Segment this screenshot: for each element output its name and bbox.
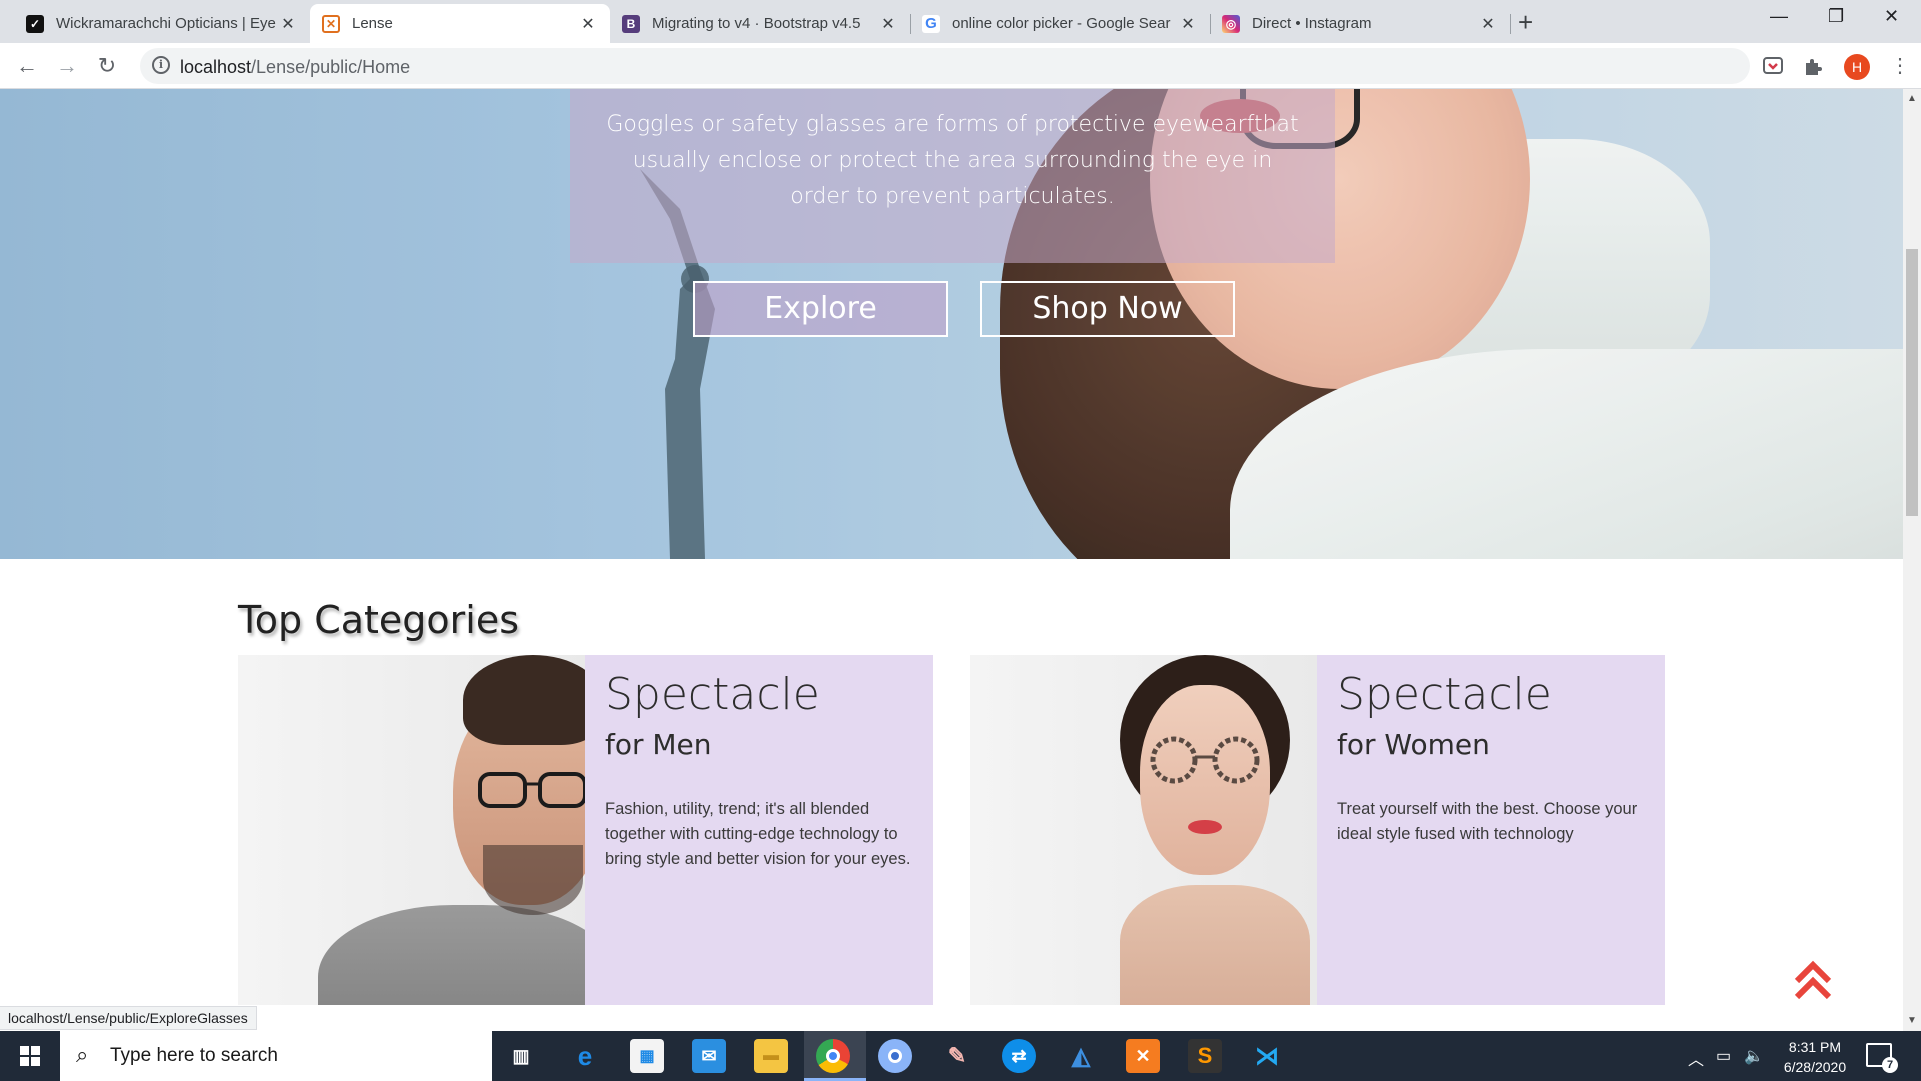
card-description: Fashion, utility, trend; it's all blende… — [605, 800, 911, 868]
status-bar-url: localhost/Lense/public/ExploreGlasses — [0, 1006, 257, 1030]
tab-separator — [1510, 14, 1511, 34]
card-description: Treat yourself with the best. Choose you… — [1337, 800, 1638, 843]
browser-tab-strip: ✓ Wickramarachchi Opticians | Eye ✕ ✕ Le… — [0, 0, 1921, 43]
xampp-icon[interactable]: ✕ — [1126, 1039, 1160, 1073]
volume-icon[interactable]: 🔈 — [1744, 1046, 1764, 1066]
close-icon[interactable]: ✕ — [1478, 14, 1498, 34]
search-placeholder: Type here to search — [110, 1045, 278, 1066]
tab-title: Migrating to v4 · Bootstrap v4.5 — [652, 15, 861, 32]
card-title: Spectacle — [1337, 669, 1552, 720]
notification-center-icon[interactable]: 7 — [1866, 1043, 1898, 1073]
men-beard — [483, 845, 583, 915]
category-card-women[interactable]: Spectacle for Women Treat yourself with … — [970, 655, 1665, 1005]
women-photo — [970, 655, 1317, 1005]
clock-date: 6/28/2020 — [1783, 1059, 1847, 1075]
men-hair — [463, 655, 585, 745]
sublime-text-icon[interactable]: S — [1188, 1039, 1222, 1073]
minimize-icon[interactable]: — — [1770, 6, 1788, 27]
profile-avatar[interactable]: H — [1844, 54, 1870, 80]
mysql-workbench-icon[interactable]: ◭ — [1064, 1039, 1098, 1073]
w-logo-icon: ✓ — [26, 14, 44, 33]
search-icon: ⌕ — [76, 1042, 89, 1067]
window-close-icon[interactable]: ✕ — [1884, 6, 1899, 27]
info-icon[interactable]: i — [152, 56, 170, 74]
vscode-icon[interactable]: ⋊ — [1250, 1039, 1284, 1073]
instagram-icon: ◎ — [1222, 14, 1240, 33]
new-tab-button[interactable]: + — [1518, 9, 1533, 35]
men-glasses — [478, 772, 585, 808]
category-card-men[interactable]: Spectacle for Men Fashion, utility, tren… — [238, 655, 933, 1005]
scroll-up-icon[interactable]: ▲ — [1907, 93, 1917, 104]
tab-title: online color picker - Google Sear — [952, 15, 1171, 32]
mail-icon[interactable]: ✉ — [692, 1039, 726, 1073]
scroll-down-icon[interactable]: ▼ — [1907, 1015, 1917, 1026]
pocket-extension-icon[interactable] — [1762, 55, 1784, 77]
store-icon[interactable]: ▦ — [630, 1039, 664, 1073]
close-icon[interactable]: ✕ — [878, 14, 898, 34]
browser-toolbar: ← → ↻ i localhost/Lense/public/Home ☆ H … — [0, 43, 1921, 89]
notification-count: 7 — [1882, 1057, 1898, 1073]
section-title-top-categories: Top Categories — [238, 598, 520, 642]
men-card-body: Spectacle for Men Fashion, utility, tren… — [605, 655, 915, 872]
url-text: localhost/Lense/public/Home — [180, 57, 410, 78]
windows-taskbar: ⌕ Type here to search ▥ e ▦ ✉ ▬ ✎ ⇄ ◭ ✕ … — [0, 1031, 1921, 1081]
reload-icon[interactable]: ↻ — [92, 51, 122, 81]
card-title: Spectacle — [605, 669, 820, 720]
battery-icon[interactable]: ▭ — [1716, 1046, 1731, 1066]
tab-title: Wickramarachchi Opticians | Eye — [56, 15, 276, 32]
tab-instagram[interactable]: ◎ Direct • Instagram ✕ — [1210, 4, 1510, 43]
restore-icon[interactable]: ❐ — [1828, 6, 1844, 27]
back-to-top-icon[interactable] — [1793, 959, 1833, 1003]
tab-bootstrap[interactable]: B Migrating to v4 · Bootstrap v4.5 ✕ — [610, 4, 910, 43]
edge-icon[interactable]: e — [568, 1039, 602, 1073]
url-host: localhost — [180, 57, 252, 77]
women-card-body: Spectacle for Women Treat yourself with … — [1337, 655, 1647, 847]
teamviewer-icon[interactable]: ⇄ — [1002, 1039, 1036, 1073]
file-explorer-icon[interactable]: ▬ — [754, 1039, 788, 1073]
close-icon[interactable]: ✕ — [1178, 14, 1198, 34]
chromium-icon[interactable] — [878, 1039, 912, 1073]
forward-arrow-icon[interactable]: → — [52, 51, 82, 81]
scrollbar-thumb[interactable] — [1906, 249, 1918, 516]
bootstrap-icon: B — [622, 14, 640, 33]
google-icon: G — [922, 14, 940, 33]
tab-title: Lense — [352, 15, 393, 32]
tab-title: Direct • Instagram — [1252, 15, 1372, 32]
url-path: /Lense/public/Home — [251, 57, 411, 77]
card-subtitle: for Women — [1337, 728, 1490, 761]
extensions-puzzle-icon[interactable] — [1802, 55, 1824, 77]
women-shoulders — [1120, 885, 1310, 1005]
women-lips — [1188, 820, 1222, 834]
page-scrollbar[interactable]: ▲ ▼ — [1903, 89, 1921, 1031]
explore-button[interactable]: Explore — [693, 281, 948, 337]
tab-google[interactable]: G online color picker - Google Sear ✕ — [910, 4, 1210, 43]
men-photo — [238, 655, 585, 1005]
close-icon[interactable]: ✕ — [278, 14, 298, 34]
task-view-icon[interactable]: ▥ — [504, 1039, 538, 1073]
tab-lense[interactable]: ✕ Lense ✕ — [310, 4, 610, 43]
taskbar-search[interactable]: ⌕ Type here to search — [60, 1031, 492, 1081]
clock-time: 8:31 PM — [1788, 1039, 1842, 1055]
paint-icon[interactable]: ✎ — [940, 1039, 974, 1073]
women-glasses — [1150, 736, 1260, 784]
hero-text: Goggles or safety glasses are forms of p… — [606, 112, 1299, 209]
tab-wickramarachchi[interactable]: ✓ Wickramarachchi Opticians | Eye ✕ — [14, 4, 310, 43]
chrome-icon[interactable] — [816, 1039, 850, 1073]
hero-banner: Goggles or safety glasses are forms of p… — [0, 89, 1903, 559]
chevron-up-icon[interactable]: ︿ — [1688, 1046, 1704, 1070]
close-icon[interactable]: ✕ — [578, 14, 598, 34]
men-shirt — [318, 905, 585, 1005]
address-bar[interactable]: i localhost/Lense/public/Home ☆ — [140, 48, 1870, 84]
shop-now-button[interactable]: Shop Now — [980, 281, 1235, 337]
xampp-icon: ✕ — [322, 14, 340, 33]
browser-menu-icon[interactable]: ⋮ — [1890, 53, 1910, 78]
taskbar-clock[interactable]: 8:31 PM 6/28/2020 — [1778, 1037, 1852, 1077]
card-subtitle: for Men — [605, 728, 712, 761]
page-viewport: Goggles or safety glasses are forms of p… — [0, 89, 1903, 1031]
back-arrow-icon[interactable]: ← — [12, 51, 42, 81]
windows-start-icon[interactable] — [0, 1031, 60, 1081]
